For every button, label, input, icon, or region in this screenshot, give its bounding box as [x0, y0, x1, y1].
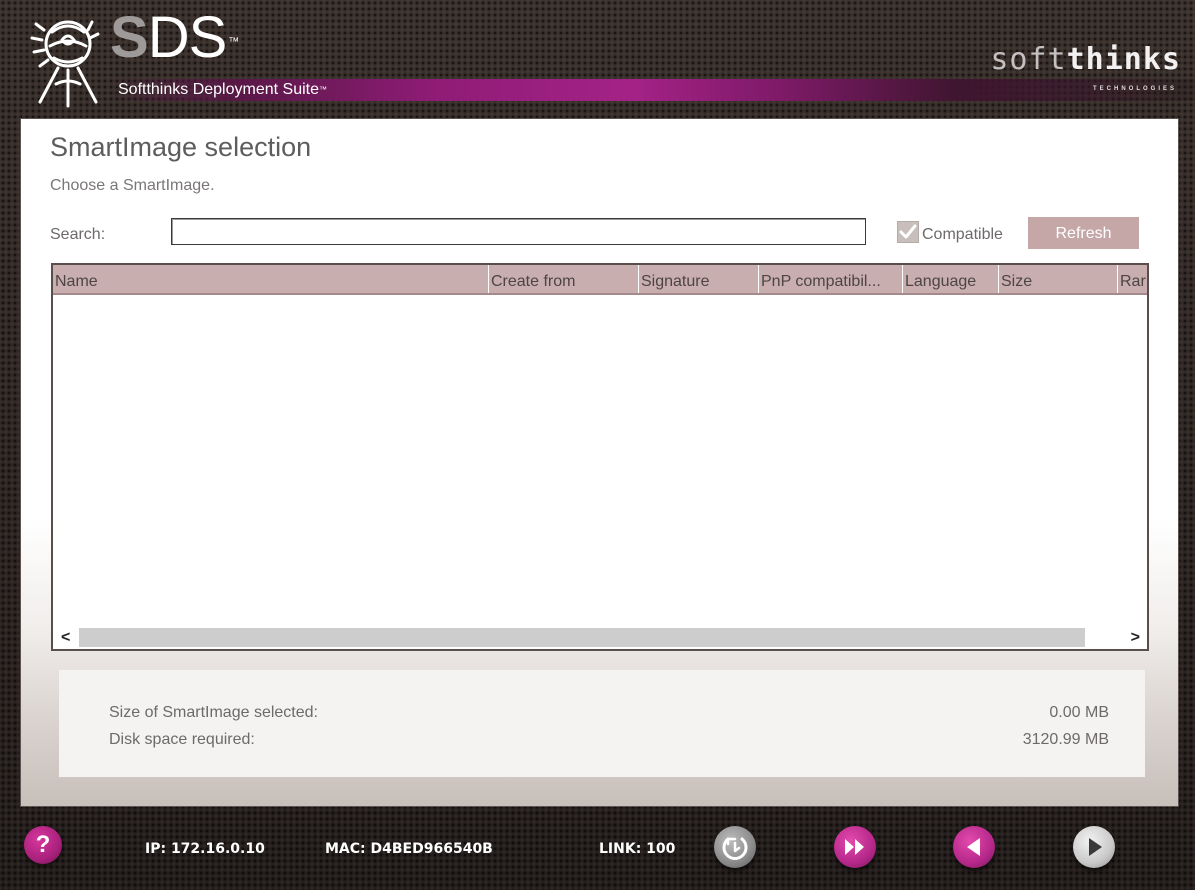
- ip-address: IP: 172.16.0.10: [145, 841, 265, 857]
- disk-space-value: 3120.99 MB: [1022, 731, 1109, 748]
- back-icon: [967, 838, 980, 856]
- page-subtitle: Choose a SmartImage.: [50, 177, 215, 194]
- app-header: SDS ™ Softthinks Deployment Suite™ softth…: [0, 0, 1195, 118]
- column-header-rar[interactable]: Rar: [1117, 265, 1147, 293]
- size-selected-value: 0.00 MB: [1049, 704, 1109, 721]
- mac-address: MAC: D4BED966540B: [325, 841, 493, 857]
- column-header-create-from[interactable]: Create from: [488, 265, 638, 293]
- column-header-language[interactable]: Language: [902, 265, 998, 293]
- page-title: SmartImage selection: [50, 132, 312, 162]
- scroll-right-icon[interactable]: >: [1131, 629, 1140, 647]
- fast-forward-icon: [845, 839, 864, 855]
- disk-space-label: Disk space required:: [109, 731, 255, 748]
- shutdown-icon: [722, 837, 748, 860]
- scroll-left-icon[interactable]: <: [61, 629, 70, 647]
- summary-box: Size of SmartImage selected: 0.00 MB Dis…: [59, 670, 1145, 777]
- column-header-signature[interactable]: Signature: [638, 265, 758, 293]
- table-body[interactable]: [53, 295, 1147, 627]
- sds-logo-icon: [30, 20, 100, 108]
- table-header: Name Create from Signature PnP compatibi…: [53, 265, 1147, 295]
- column-header-name[interactable]: Name: [53, 265, 488, 293]
- horizontal-scrollbar[interactable]: < >: [53, 627, 1147, 649]
- next-icon: [1089, 838, 1102, 856]
- next-button[interactable]: [1073, 826, 1115, 868]
- sds-title: SDS ™: [110, 5, 239, 70]
- column-header-pnp-compatibility[interactable]: PnP compatibil...: [758, 265, 902, 293]
- compatible-label[interactable]: Compatible: [922, 225, 1003, 245]
- search-label: Search:: [50, 226, 106, 243]
- checkmark-icon: [899, 224, 917, 239]
- app-subtitle: Softthinks Deployment Suite™: [118, 81, 327, 98]
- compatible-checkbox[interactable]: [897, 221, 919, 243]
- shutdown-button[interactable]: [714, 826, 756, 868]
- fast-forward-button[interactable]: [834, 826, 876, 868]
- link-speed: LINK: 100: [599, 841, 676, 857]
- smartimage-table[interactable]: Name Create from Signature PnP compatibi…: [51, 263, 1149, 651]
- search-input[interactable]: [171, 218, 866, 245]
- back-button[interactable]: [953, 826, 995, 868]
- help-button[interactable]: ?: [24, 826, 62, 864]
- column-header-size[interactable]: Size: [998, 265, 1117, 293]
- brand-tagline: TECHNOLOGIES: [1092, 86, 1177, 92]
- softthinks-brand-logo: softthinks: [990, 42, 1181, 77]
- refresh-button[interactable]: Refresh: [1028, 217, 1139, 249]
- main-panel: SmartImage selection Choose a SmartImage…: [20, 118, 1179, 807]
- scrollbar-thumb[interactable]: [79, 628, 1085, 647]
- size-selected-label: Size of SmartImage selected:: [109, 704, 318, 721]
